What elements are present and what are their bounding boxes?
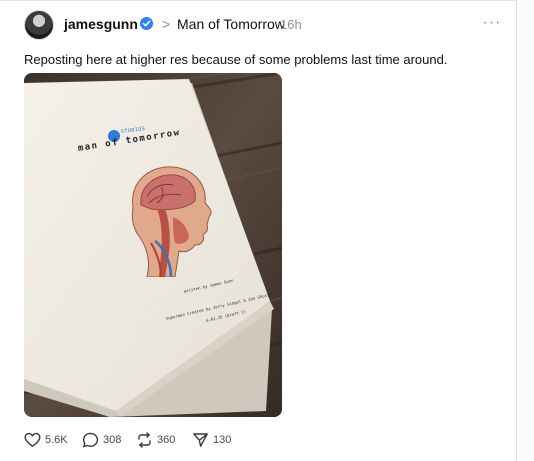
more-icon[interactable]: ··· [480,11,504,35]
post-timestamp[interactable]: 16h [280,17,302,32]
repost-button[interactable]: 360 [136,430,175,450]
post-border-right [516,0,517,461]
repost-icon [138,432,151,448]
repost-count: 360 [157,434,176,446]
topic-link[interactable]: Man of Tomorrow [177,16,285,32]
like-button[interactable]: 5.6K [24,430,68,450]
like-count: 5.6K [45,434,68,446]
verified-badge-icon [140,17,153,30]
author-avatar[interactable] [24,10,54,40]
heart-icon [24,432,41,447]
breadcrumb-chevron-icon: > [162,16,171,32]
reply-button[interactable]: 308 [82,430,121,450]
post-header: jamesgunn > Man of Tomorrow 16h ··· [24,10,504,42]
anatomy-illustration [131,166,212,277]
post-actions-bar: 5.6K 308 360 130 [24,430,324,450]
share-count: 130 [213,434,232,446]
reply-icon [82,432,99,448]
post-image[interactable]: STUDIOS man of tomorrow Written by James… [24,73,282,417]
page-gutter [520,0,534,461]
author-username[interactable]: jamesgunn [64,16,138,32]
thread-post-page: jamesgunn > Man of Tomorrow 16h ··· Repo… [0,0,534,461]
post-border-top [0,0,517,1]
share-button[interactable]: 130 [192,430,231,450]
reply-count: 308 [103,434,122,446]
share-icon [193,433,208,447]
post-text: Reposting here at higher res because of … [24,52,448,67]
